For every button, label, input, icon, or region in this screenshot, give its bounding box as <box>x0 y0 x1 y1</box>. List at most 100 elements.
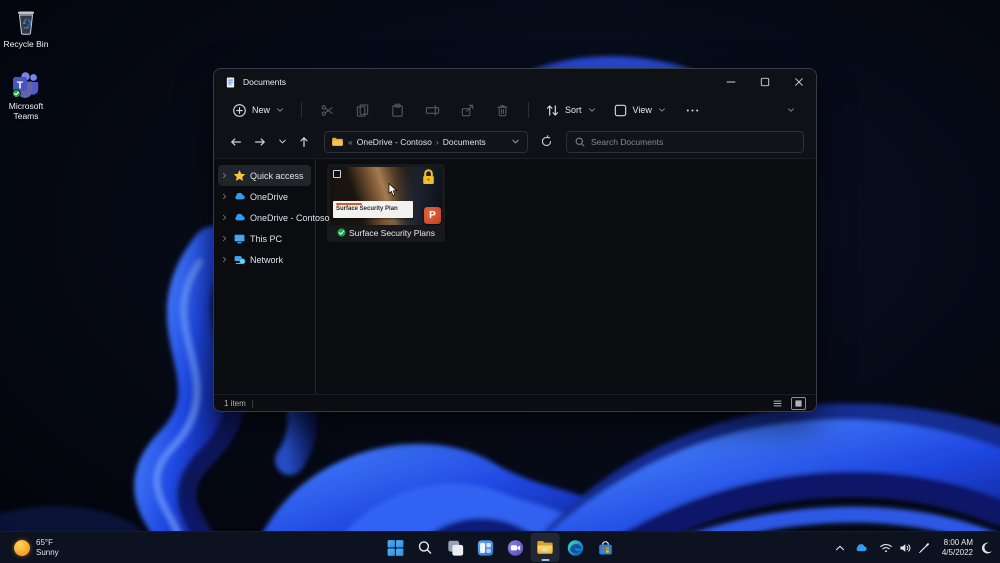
onedrive-tray-icon[interactable] <box>854 541 868 555</box>
toolbar-divider <box>528 102 529 118</box>
navigation-pane: Quick access OneDrive OneDrive - Contoso… <box>214 159 316 394</box>
search-button[interactable] <box>411 533 440 562</box>
file-thumbnail: Surface Security Plan P <box>330 167 442 225</box>
file-explorer-window: Documents New Sort View <box>213 68 817 412</box>
status-bar: 1 item | <box>214 394 816 411</box>
microsoft-teams-icon[interactable]: T Microsoft Teams <box>0 68 52 122</box>
up-button[interactable] <box>294 132 314 152</box>
paste-icon <box>390 103 405 118</box>
large-icons-view-button[interactable] <box>791 397 806 410</box>
recent-locations-button[interactable] <box>274 132 290 152</box>
address-dropdown-icon[interactable] <box>510 136 521 147</box>
expand-chevron-icon[interactable] <box>220 255 229 264</box>
arrow-left-icon <box>229 135 243 149</box>
share-button[interactable] <box>452 99 483 122</box>
volume-icon <box>898 541 912 555</box>
recycle-bin-glyph <box>10 6 42 38</box>
forward-button[interactable] <box>250 132 270 152</box>
sidebar-item-onedrive[interactable]: OneDrive <box>218 186 311 207</box>
chevron-down-icon <box>657 105 667 115</box>
breadcrumb-overflow[interactable]: « <box>348 137 353 147</box>
task-view-button[interactable] <box>441 533 470 562</box>
new-button[interactable]: New <box>226 99 291 122</box>
command-bar: New Sort View <box>214 95 816 125</box>
file-label-row: Surface Security Plans <box>330 225 442 240</box>
edge-icon <box>566 539 584 557</box>
chat-button[interactable] <box>501 533 530 562</box>
arrow-right-icon <box>253 135 267 149</box>
powerpoint-icon: P <box>424 207 441 224</box>
store-icon <box>596 539 614 557</box>
taskbar-center <box>381 533 620 562</box>
breadcrumb-onedrive-contoso[interactable]: OneDrive - Contoso <box>357 137 432 147</box>
minimize-button[interactable] <box>714 69 748 95</box>
sort-button[interactable]: Sort <box>539 99 603 122</box>
clock[interactable]: 8:00 AM 4/5/2022 <box>942 538 973 558</box>
refresh-button[interactable] <box>536 132 556 152</box>
chat-camera-icon <box>506 539 524 557</box>
weather-widget[interactable]: 65°F Sunny <box>6 532 67 563</box>
slide-title: Surface Security Plan <box>336 206 410 212</box>
recycle-bin-label: Recycle Bin <box>4 40 49 50</box>
quick-settings[interactable] <box>875 538 935 558</box>
sidebar-label: Network <box>250 255 283 265</box>
paste-button[interactable] <box>382 99 413 122</box>
status-divider: | <box>252 399 254 408</box>
file-item-surface-security-plans[interactable]: Surface Security Plan P Surface Security… <box>327 164 445 242</box>
sort-label: Sort <box>565 105 582 115</box>
view-label: View <box>633 105 652 115</box>
window-document-icon <box>224 76 237 89</box>
sidebar-item-onedrive-contoso[interactable]: OneDrive - Contoso <box>218 207 311 228</box>
file-list-area[interactable]: Surface Security Plan P Surface Security… <box>316 159 816 394</box>
rename-icon <box>425 103 440 118</box>
copy-button[interactable] <box>347 99 378 122</box>
lock-icon <box>421 169 436 186</box>
file-name: Surface Security Plans <box>349 228 435 238</box>
maximize-button[interactable] <box>748 69 782 95</box>
see-more-button[interactable] <box>677 99 708 122</box>
wifi-icon <box>879 541 893 555</box>
expand-chevron-icon[interactable] <box>220 192 229 201</box>
focus-assist-moon-icon[interactable] <box>980 541 994 555</box>
search-input[interactable] <box>591 137 796 147</box>
sidebar-item-quick-access[interactable]: Quick access <box>218 165 311 186</box>
item-count: 1 item <box>224 399 246 408</box>
command-bar-expand-button[interactable] <box>778 101 804 119</box>
cut-button[interactable] <box>312 99 343 122</box>
sidebar-item-network[interactable]: Network <box>218 249 311 270</box>
close-button[interactable] <box>782 69 816 95</box>
view-button[interactable]: View <box>607 99 673 122</box>
delete-button[interactable] <box>487 99 518 122</box>
more-dots-icon <box>685 103 700 118</box>
mouse-cursor <box>388 183 398 197</box>
copy-icon <box>355 103 370 118</box>
edge-button[interactable] <box>561 533 590 562</box>
rename-button[interactable] <box>417 99 448 122</box>
chevron-down-icon <box>786 105 796 115</box>
expand-chevron-icon[interactable] <box>220 213 229 222</box>
desktop-icon-area: Recycle Bin T Microsoft Teams <box>0 6 52 139</box>
hidden-icons-chevron[interactable] <box>833 541 847 555</box>
onedrive-synced-icon <box>337 228 346 237</box>
refresh-icon <box>540 135 553 148</box>
widgets-button[interactable] <box>471 533 500 562</box>
expand-chevron-icon[interactable] <box>220 171 229 180</box>
new-label: New <box>252 105 270 115</box>
details-view-button[interactable] <box>770 397 785 410</box>
teams-label: Microsoft Teams <box>0 102 52 122</box>
titlebar[interactable]: Documents <box>214 69 816 95</box>
address-bar[interactable]: « OneDrive - Contoso › Documents <box>324 131 528 153</box>
item-checkbox[interactable] <box>333 170 341 178</box>
network-icon <box>233 253 246 266</box>
microsoft-store-button[interactable] <box>591 533 620 562</box>
breadcrumb-documents[interactable]: Documents <box>443 137 486 147</box>
expand-chevron-icon[interactable] <box>220 234 229 243</box>
sidebar-item-this-pc[interactable]: This PC <box>218 228 311 249</box>
chevron-down-icon <box>275 105 285 115</box>
file-explorer-button[interactable] <box>531 533 560 562</box>
recycle-bin-icon[interactable]: Recycle Bin <box>0 6 52 50</box>
start-button[interactable] <box>381 533 410 562</box>
search-box <box>566 131 804 153</box>
chevron-down-icon <box>277 136 288 147</box>
back-button[interactable] <box>226 132 246 152</box>
